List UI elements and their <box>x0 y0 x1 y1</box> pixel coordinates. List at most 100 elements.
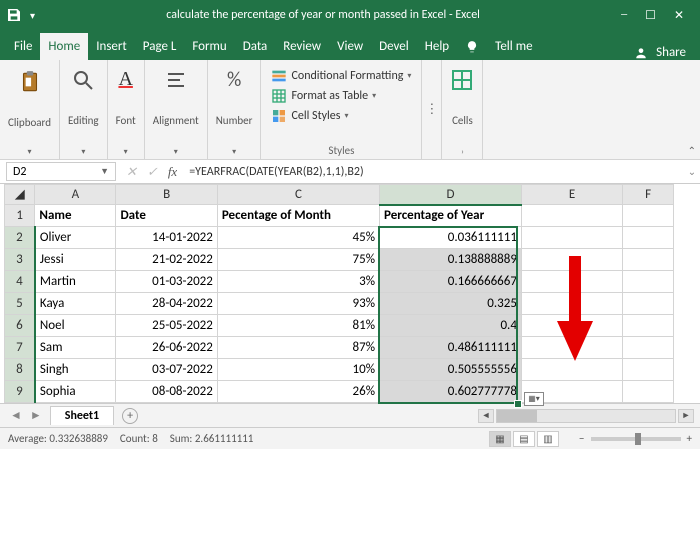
lightbulb-icon[interactable] <box>457 34 487 60</box>
cell-selected[interactable]: 0.602777778 <box>380 381 522 403</box>
cell[interactable] <box>623 227 674 249</box>
conditional-formatting-button[interactable]: Conditional Formatting ▾ <box>271 66 411 86</box>
cell[interactable] <box>623 271 674 293</box>
cell[interactable] <box>623 293 674 315</box>
cell[interactable]: 10% <box>217 359 379 381</box>
sheet-nav-prev[interactable]: ◄ <box>6 408 26 423</box>
view-normal-button[interactable]: ▦ <box>489 431 511 447</box>
col-header-F[interactable]: F <box>623 185 674 205</box>
cell[interactable]: 28-04-2022 <box>116 293 217 315</box>
ribbon-group-number[interactable]: % Number ▾ <box>208 60 262 159</box>
maximize-button[interactable]: ☐ <box>645 8 656 23</box>
tab-file[interactable]: File <box>6 33 40 60</box>
scroll-right-button[interactable]: ► <box>678 409 694 423</box>
cell-selected[interactable]: 0.138888889 <box>380 249 522 271</box>
cell[interactable] <box>623 315 674 337</box>
cell-selected[interactable]: 0.4 <box>380 315 522 337</box>
cell[interactable]: 26-06-2022 <box>116 337 217 359</box>
new-sheet-button[interactable]: + <box>122 408 138 424</box>
cell[interactable] <box>521 205 622 227</box>
cell[interactable]: Date <box>116 205 217 227</box>
cell[interactable]: 3% <box>217 271 379 293</box>
cell[interactable] <box>623 359 674 381</box>
cell[interactable] <box>623 337 674 359</box>
fx-icon[interactable]: fx <box>168 164 177 180</box>
cell[interactable] <box>521 227 622 249</box>
row-header[interactable]: 2 <box>5 227 35 249</box>
cell[interactable]: 03-07-2022 <box>116 359 217 381</box>
ribbon-group-clipboard[interactable]: Clipboard ▾ <box>0 60 60 159</box>
name-box[interactable]: D2 ▼ <box>6 162 116 181</box>
tell-me-search[interactable]: Tell me <box>487 33 540 60</box>
select-all-corner[interactable]: ◢ <box>5 185 35 205</box>
cell-selected[interactable]: 0.325 <box>380 293 522 315</box>
col-header-B[interactable]: B <box>116 185 217 205</box>
cancel-formula-icon[interactable]: ✕ <box>126 164 137 180</box>
cell[interactable]: Kaya <box>35 293 116 315</box>
expand-formula-bar-button[interactable]: ⌄ <box>684 160 700 183</box>
cell[interactable]: Jessi <box>35 249 116 271</box>
ribbon-group-alignment[interactable]: Alignment ▾ <box>145 60 208 159</box>
row-header[interactable]: 8 <box>5 359 35 381</box>
row-header[interactable]: 3 <box>5 249 35 271</box>
cell[interactable]: 75% <box>217 249 379 271</box>
scroll-track[interactable] <box>496 409 676 423</box>
cell[interactable]: 81% <box>217 315 379 337</box>
cell[interactable]: Sophia <box>35 381 116 403</box>
tab-developer[interactable]: Devel <box>371 33 417 60</box>
tab-data[interactable]: Data <box>235 33 276 60</box>
col-header-A[interactable]: A <box>35 185 116 205</box>
fill-handle[interactable] <box>514 400 522 408</box>
ribbon-group-cells[interactable]: Cells › <box>442 60 483 159</box>
enter-formula-icon[interactable]: ✓ <box>147 164 158 180</box>
tab-page-layout[interactable]: Page L <box>135 33 185 60</box>
cell[interactable]: Martin <box>35 271 116 293</box>
save-icon[interactable] <box>6 7 26 23</box>
formula-input[interactable]: =YEARFRAC(DATE(YEAR(B2),1,1),B2) <box>183 160 684 183</box>
autofill-options-button[interactable]: ▦▾ <box>524 392 544 406</box>
cell-styles-button[interactable]: Cell Styles ▾ <box>271 106 411 126</box>
zoom-in-button[interactable]: + <box>687 432 692 445</box>
close-button[interactable]: ✕ <box>674 8 684 23</box>
cell[interactable]: 21-02-2022 <box>116 249 217 271</box>
cell[interactable]: 87% <box>217 337 379 359</box>
view-page-layout-button[interactable]: ▤ <box>513 431 535 447</box>
cell-active[interactable]: 0.036111111 <box>380 227 522 249</box>
scroll-left-button[interactable]: ◄ <box>478 409 494 423</box>
cell[interactable]: Sam <box>35 337 116 359</box>
row-header[interactable]: 1 <box>5 205 35 227</box>
ribbon-group-editing[interactable]: Editing ▾ <box>60 60 108 159</box>
cell[interactable]: Noel <box>35 315 116 337</box>
cell[interactable] <box>623 205 674 227</box>
tab-view[interactable]: View <box>329 33 371 60</box>
col-header-D[interactable]: D <box>380 185 522 205</box>
cell-selected[interactable]: 0.505555556 <box>380 359 522 381</box>
row-header[interactable]: 4 <box>5 271 35 293</box>
view-page-break-button[interactable]: ▥ <box>537 431 559 447</box>
scroll-thumb[interactable] <box>497 410 537 422</box>
cell-selected[interactable]: 0.486111111 <box>380 337 522 359</box>
row-header[interactable]: 6 <box>5 315 35 337</box>
cell[interactable]: 93% <box>217 293 379 315</box>
cell[interactable]: Percentage of Year <box>380 205 522 227</box>
sheet-tab-active[interactable]: Sheet1 <box>50 406 114 425</box>
cell[interactable] <box>623 381 674 403</box>
format-as-table-button[interactable]: Format as Table ▾ <box>271 86 411 106</box>
cell[interactable]: Pecentage of Month <box>217 205 379 227</box>
tab-formulas[interactable]: Formu <box>184 33 234 60</box>
cell[interactable]: 14-01-2022 <box>116 227 217 249</box>
cell[interactable]: 01-03-2022 <box>116 271 217 293</box>
cell[interactable]: 45% <box>217 227 379 249</box>
share-button[interactable]: Share <box>656 45 686 60</box>
cell[interactable] <box>623 249 674 271</box>
tab-insert[interactable]: Insert <box>88 33 135 60</box>
tab-review[interactable]: Review <box>275 33 329 60</box>
zoom-out-button[interactable]: − <box>579 432 584 445</box>
row-header[interactable]: 7 <box>5 337 35 359</box>
cell[interactable]: 08-08-2022 <box>116 381 217 403</box>
minimize-button[interactable]: ─ <box>621 8 627 22</box>
cell[interactable]: Singh <box>35 359 116 381</box>
horizontal-scrollbar[interactable]: ◄ ► <box>478 409 694 423</box>
tab-help[interactable]: Help <box>417 33 457 60</box>
col-header-E[interactable]: E <box>521 185 622 205</box>
